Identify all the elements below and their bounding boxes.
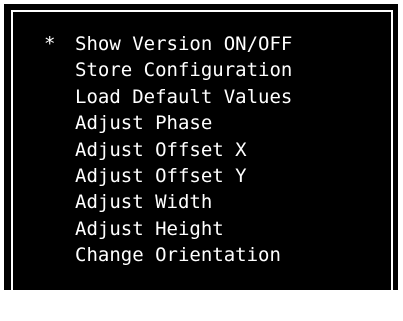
menu-item-adjust-offset-y[interactable]: Adjust Offset Y (13, 163, 391, 189)
menu-item-adjust-height[interactable]: Adjust Height (13, 216, 391, 242)
menu-item-change-orientation[interactable]: Change Orientation (13, 242, 391, 268)
menu-item-label: Adjust Phase (75, 112, 213, 135)
menu-item-label: Adjust Offset Y (75, 164, 247, 187)
menu-item-label: Show Version ON/OFF (75, 33, 293, 55)
selection-cursor: * (44, 33, 56, 55)
menu-item-adjust-width[interactable]: Adjust Width (13, 189, 391, 215)
menu-item-label: Change Orientation (75, 244, 281, 267)
menu-item-label: Load Default Values (75, 85, 293, 108)
menu-item-label: Adjust Height (75, 217, 224, 240)
menu-item-adjust-offset-x[interactable]: Adjust Offset X (13, 137, 391, 163)
menu-item-adjust-phase[interactable]: Adjust Phase (13, 110, 391, 136)
menu-item-show-version[interactable]: * Show Version ON/OFF (13, 31, 391, 57)
menu-item-label: Adjust Offset X (75, 138, 247, 161)
menu-item-store-configuration[interactable]: Store Configuration (13, 57, 391, 83)
menu-list: * Show Version ON/OFF Store Configuratio… (13, 31, 391, 269)
osd-menu-panel: * Show Version ON/OFF Store Configuratio… (4, 4, 398, 294)
menu-item-label: Store Configuration (75, 59, 293, 82)
menu-item-label: Adjust Width (75, 191, 213, 214)
osd-menu-frame: * Show Version ON/OFF Store Configuratio… (11, 10, 393, 294)
menu-item-load-default-values[interactable]: Load Default Values (13, 84, 391, 110)
